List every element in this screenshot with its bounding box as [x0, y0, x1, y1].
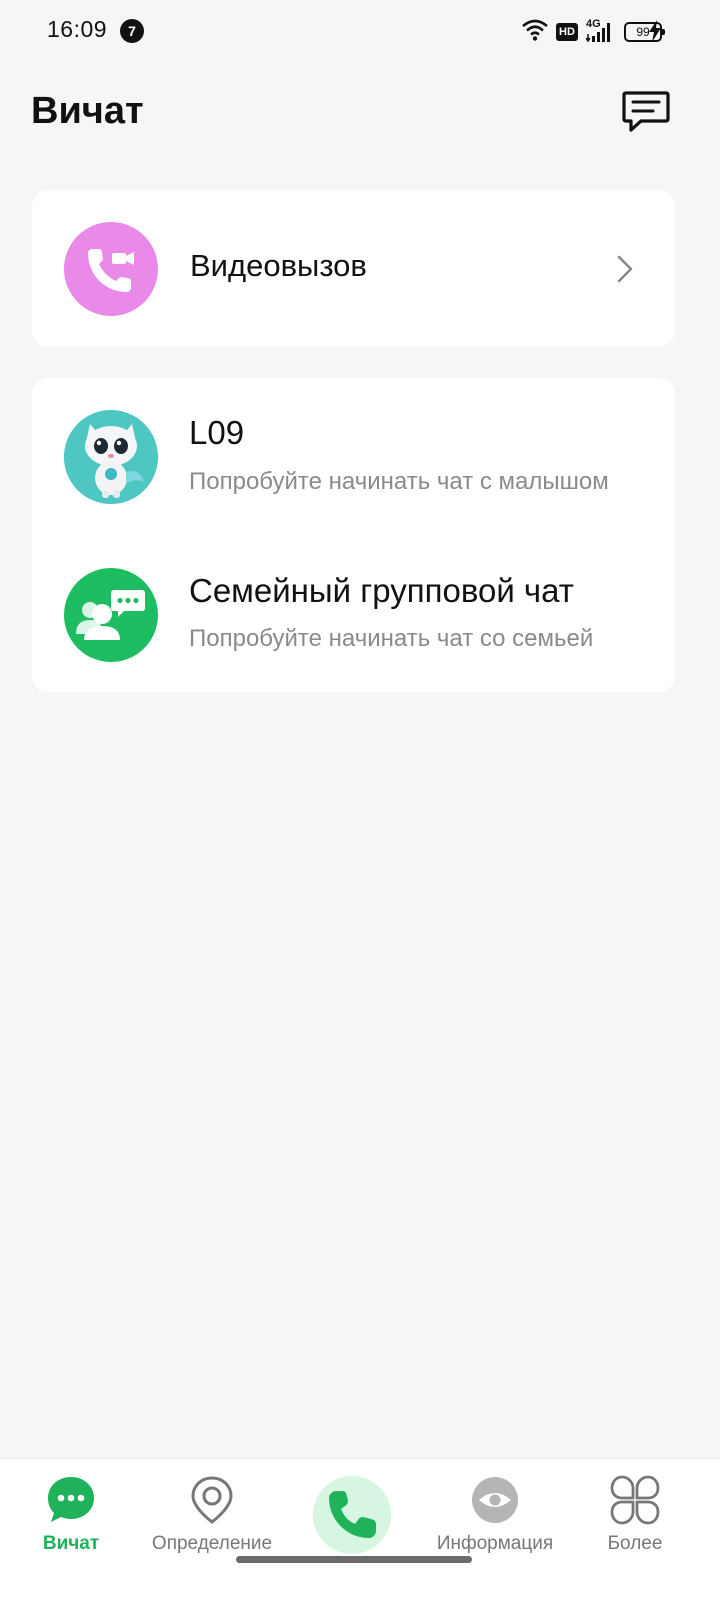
call-button[interactable]	[313, 1476, 391, 1554]
nav-tab-information[interactable]: Информация	[428, 1459, 562, 1601]
four-leaf-grid-icon	[610, 1475, 660, 1525]
cellular-signal-icon: 4G	[586, 18, 616, 44]
wifi-icon	[522, 19, 548, 46]
phone-icon	[329, 1491, 376, 1538]
chat-subtitle: Попробуйте начинать чат с малышом	[189, 468, 609, 495]
charging-bolt-icon	[648, 20, 662, 47]
location-pin-icon	[187, 1475, 237, 1525]
video-call-avatar	[64, 222, 158, 316]
family-group-avatar	[64, 568, 158, 662]
nav-label: Вичат	[42, 1533, 100, 1554]
notification-count-badge: 7	[120, 19, 144, 43]
status-bar: 16:09 7 HD 4G 99	[0, 0, 720, 64]
nav-tab-vichat[interactable]: Вичат	[0, 1459, 142, 1601]
chevron-right-icon	[616, 254, 634, 289]
nav-label: Более	[607, 1533, 663, 1554]
nav-tab-location[interactable]: Определение	[142, 1459, 282, 1601]
video-phone-icon	[88, 249, 134, 292]
chat-title: Семейный групповой чат	[189, 572, 574, 609]
video-call-card: Видеовызов	[32, 190, 675, 347]
home-indicator[interactable]	[236, 1556, 472, 1563]
chat-row-family-group[interactable]: Семейный групповой чат Попробуйте начина…	[32, 535, 675, 692]
bottom-navigation: Вичат Определение Информация Более	[0, 1458, 720, 1601]
chat-list-card: L09 Попробуйте начинать чат с малышом Се…	[32, 378, 675, 692]
status-icons: HD 4G 99	[522, 18, 665, 46]
nav-tab-more[interactable]: Более	[568, 1459, 702, 1601]
robot-cat-mascot-icon	[64, 410, 158, 504]
chat-row-l09[interactable]: L09 Попробуйте начинать чат с малышом	[32, 378, 675, 535]
message-lines-icon	[621, 89, 671, 140]
status-time: 16:09	[47, 16, 108, 42]
nav-label: Определение	[151, 1533, 273, 1554]
group-chat-icon	[76, 590, 145, 640]
video-call-row[interactable]: Видеовызов	[32, 190, 675, 347]
l09-avatar	[64, 410, 158, 504]
chat-subtitle: Попробуйте начинать чат со семьей	[189, 625, 594, 652]
hd-voice-icon: HD	[556, 23, 578, 41]
chat-title: L09	[189, 414, 245, 451]
page-title: Вичат	[31, 90, 144, 132]
video-call-label: Видеовызов	[190, 248, 367, 283]
nav-tab-call[interactable]	[300, 1459, 410, 1601]
nav-label: Информация	[436, 1533, 554, 1554]
messages-button[interactable]	[618, 88, 674, 140]
eye-icon	[470, 1475, 520, 1525]
chat-bubble-icon	[46, 1475, 96, 1525]
